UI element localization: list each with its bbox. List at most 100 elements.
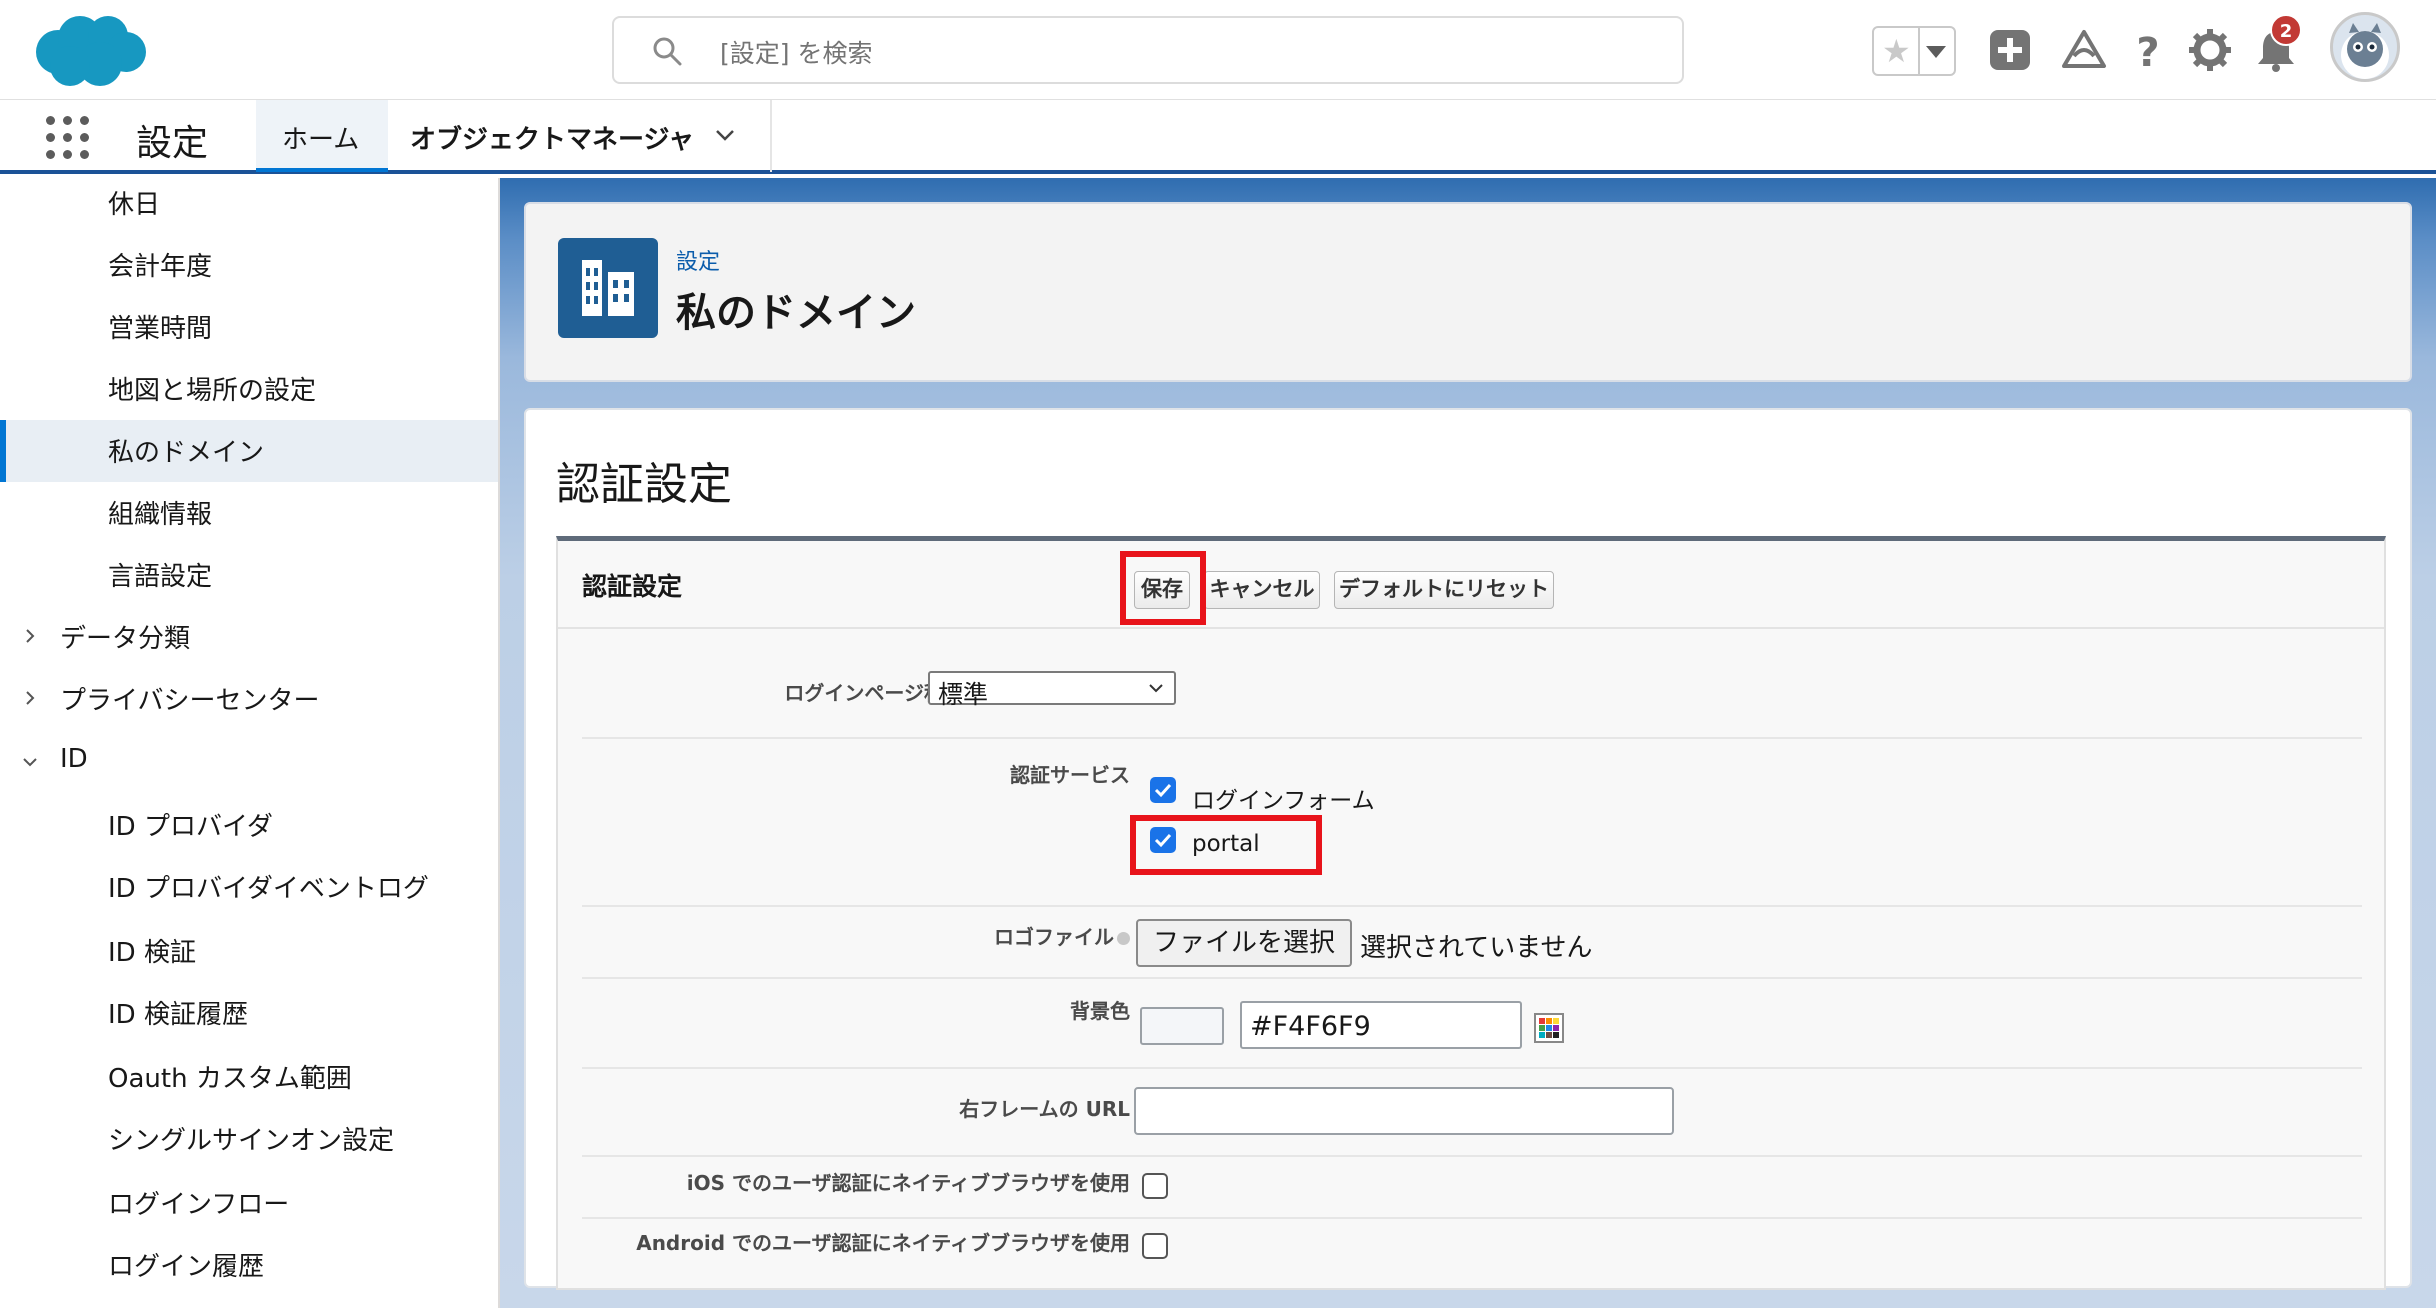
sidebar-item-label: シングルサインオン設定: [108, 1126, 395, 1156]
row-divider: [582, 1217, 2362, 1219]
sidebar-item-label: ID プロバイダイベントログ: [108, 874, 429, 904]
choose-file-button[interactable]: ファイルを選択: [1136, 919, 1352, 967]
android-native-browser-label: Android でのユーザ認証にネイティブブラウザを使用: [636, 1231, 1130, 1255]
ios-native-browser-checkbox[interactable]: [1142, 1173, 1168, 1199]
color-picker-icon[interactable]: [1534, 1013, 1564, 1043]
login-page-type-value: 標準: [938, 680, 989, 709]
content-title: 認証設定: [556, 459, 732, 510]
background-color-value: #F4F6F9: [1250, 1011, 1371, 1042]
auth-settings-section: 認証設定 保存 キャンセル デフォルトにリセット ログインページ種別 標準 認証…: [556, 536, 2386, 1290]
auth-service-label: 認証サービス: [1010, 763, 1130, 787]
chevron-right-icon[interactable]: [22, 628, 38, 644]
section-header: 認証設定 保存 キャンセル デフォルトにリセット: [558, 541, 2384, 629]
sidebar-item-holidays[interactable]: 休日: [0, 178, 498, 234]
sidebar-item-my-domain[interactable]: 私のドメイン: [0, 420, 498, 482]
section-title: 認証設定: [582, 572, 683, 601]
login-form-label: ログインフォーム: [1192, 788, 1375, 814]
save-button-highlight: [1120, 551, 1206, 625]
sidebar-item-data-classification[interactable]: データ分類: [0, 606, 498, 668]
help-icon[interactable]: ?: [2124, 26, 2172, 74]
cancel-button[interactable]: キャンセル: [1204, 571, 1320, 609]
background-color-label: 背景色: [1070, 999, 1130, 1023]
sidebar-item-label: 会計年度: [108, 252, 213, 282]
global-header: [設定] を検索 ★ ? 2: [0, 0, 2436, 100]
sidebar-item-label: ID プロバイダ: [108, 812, 273, 842]
sidebar-item-label: ログインフロー: [108, 1190, 290, 1220]
user-avatar[interactable]: [2330, 12, 2400, 82]
sidebar-item-company-info[interactable]: 組織情報: [0, 482, 498, 544]
sidebar-item-id[interactable]: ID: [0, 732, 498, 794]
sidebar-item-id-verification[interactable]: ID 検証: [0, 920, 498, 982]
favorite-star-icon[interactable]: ★: [1882, 34, 1911, 68]
chevron-down-icon: [1149, 684, 1163, 693]
salesforce-logo[interactable]: [30, 12, 148, 90]
search-placeholder: [設定] を検索: [720, 39, 873, 68]
chevron-down-icon[interactable]: [22, 754, 38, 770]
sidebar-item-maps-location[interactable]: 地図と場所の設定: [0, 358, 498, 420]
color-swatch[interactable]: [1140, 1007, 1224, 1045]
astro-avatar-icon: [2341, 23, 2389, 79]
file-status-text: 選択されていません: [1360, 933, 1593, 963]
sidebar-item-label: 言語設定: [108, 562, 213, 592]
reset-to-default-button[interactable]: デフォルトにリセット: [1334, 571, 1554, 609]
sidebar-item-fiscal-year[interactable]: 会計年度: [0, 234, 498, 296]
setup-gear-icon[interactable]: [2186, 26, 2234, 74]
logo-file-label: ロゴファイル: [994, 921, 1130, 950]
sidebar-item-label: データ分類: [60, 624, 191, 654]
page-title: 私のドメイン: [676, 290, 916, 336]
tab-object-manager[interactable]: オブジェクトマネージャ: [388, 100, 772, 172]
right-frame-url-input[interactable]: [1134, 1087, 1674, 1135]
sidebar-item-label: 組織情報: [108, 500, 213, 530]
row-divider: [582, 905, 2362, 907]
sidebar-item-label: 休日: [108, 190, 161, 220]
tab-home-label: ホーム: [282, 125, 360, 155]
login-page-type-select[interactable]: 標準: [928, 671, 1176, 709]
search-icon: [653, 37, 682, 66]
sidebar-item-privacy-center[interactable]: プライバシーセンター: [0, 668, 498, 730]
global-create-icon[interactable]: [1986, 26, 2034, 74]
sidebar-item-business-hours[interactable]: 営業時間: [0, 296, 498, 358]
notification-count-badge: 2: [2270, 14, 2302, 46]
row-divider: [582, 1067, 2362, 1069]
app-nav-bar: 設定 ホーム オブジェクトマネージャ: [0, 100, 2436, 174]
sidebar-item-label: ID: [60, 744, 88, 774]
breadcrumb[interactable]: 設定: [676, 244, 720, 276]
sidebar-item-language-settings[interactable]: 言語設定: [0, 544, 498, 606]
sidebar-item-label: 地図と場所の設定: [108, 376, 317, 406]
right-frame-url-label: 右フレームの URL: [959, 1097, 1130, 1121]
favorites-button-group[interactable]: ★: [1872, 26, 1956, 76]
background-color-input[interactable]: #F4F6F9: [1240, 1001, 1522, 1049]
chevron-right-icon[interactable]: [22, 690, 38, 706]
trailhead-icon[interactable]: [2060, 26, 2108, 74]
sidebar-item-login-history[interactable]: ログイン履歴: [0, 1234, 498, 1296]
ios-native-browser-label: iOS でのユーザ認証にネイティブブラウザを使用: [686, 1171, 1130, 1195]
sidebar-item-label: 営業時間: [108, 314, 213, 344]
sidebar-item-sso-settings[interactable]: シングルサインオン設定: [0, 1108, 498, 1170]
content-card: 認証設定 認証設定 保存 キャンセル デフォルトにリセット ログインページ種別 …: [524, 408, 2412, 1290]
sidebar-item-oauth-custom-scopes[interactable]: Oauth カスタム範囲: [0, 1046, 498, 1108]
sidebar-item-label: ログイン履歴: [108, 1252, 265, 1282]
favorites-dropdown-icon[interactable]: [1926, 46, 1946, 58]
sidebar-item-id-provider-event-log[interactable]: ID プロバイダイベントログ: [0, 856, 498, 918]
tab-object-manager-label: オブジェクトマネージャ: [410, 125, 695, 155]
row-divider: [582, 737, 2362, 739]
app-name: 設定: [136, 123, 209, 164]
sidebar-item-label: 私のドメイン: [108, 438, 265, 468]
setup-sidebar: 休日 会計年度 営業時間 地図と場所の設定 私のドメイン 組織情報 言語設定 デ…: [0, 178, 500, 1308]
chevron-down-icon[interactable]: [714, 124, 736, 146]
portal-highlight: [1130, 815, 1322, 875]
building-icon: [558, 238, 658, 338]
global-search[interactable]: [設定] を検索: [612, 16, 1684, 84]
row-divider: [582, 1155, 2362, 1157]
login-form-checkbox[interactable]: [1150, 777, 1176, 803]
android-native-browser-checkbox[interactable]: [1142, 1233, 1168, 1259]
tab-home[interactable]: ホーム: [256, 100, 388, 172]
app-launcher-icon[interactable]: [46, 116, 90, 160]
row-divider: [582, 977, 2362, 979]
sidebar-item-login-flows[interactable]: ログインフロー: [0, 1172, 498, 1234]
checkmark-icon: [1154, 783, 1172, 798]
svg-text:?: ?: [2136, 30, 2159, 74]
sidebar-item-id-provider[interactable]: ID プロバイダ: [0, 794, 498, 856]
sidebar-item-id-verification-history[interactable]: ID 検証履歴: [0, 982, 498, 1044]
help-icon[interactable]: [1117, 932, 1130, 945]
